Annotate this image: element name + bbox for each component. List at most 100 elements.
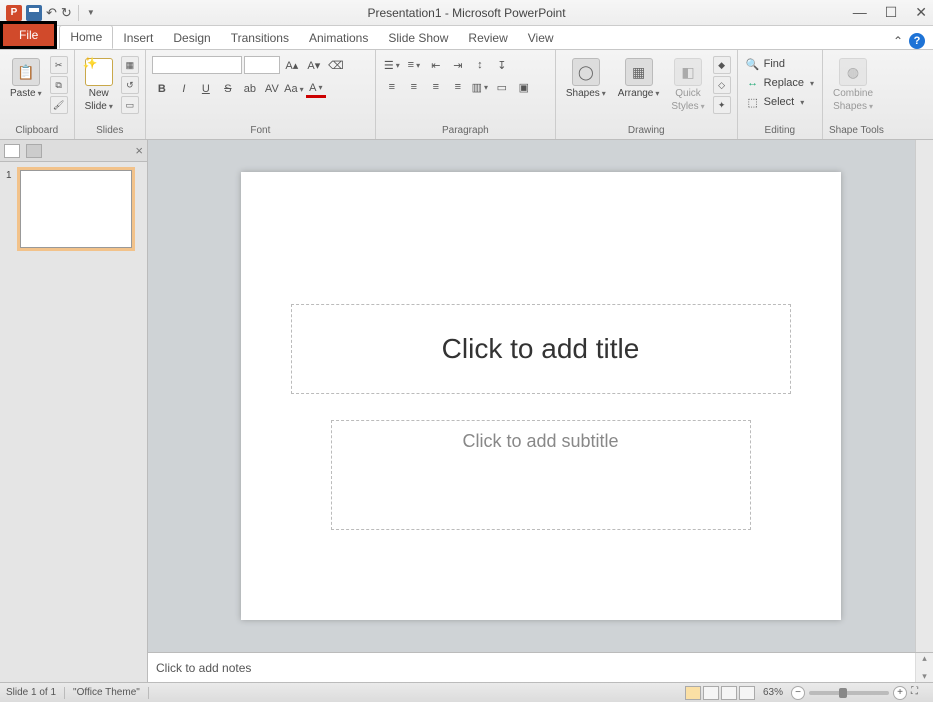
arrange-label: Arrange (618, 88, 654, 99)
save-icon[interactable] (26, 5, 42, 21)
thumbnail-tabs: × (0, 140, 147, 162)
replace-button[interactable]: ↔ Replace▾ (744, 75, 816, 91)
panel-close-icon[interactable]: × (135, 143, 143, 158)
shadow-button[interactable]: ab (240, 80, 260, 98)
font-color-button[interactable]: A▾ (306, 80, 326, 98)
tab-review[interactable]: Review (458, 27, 517, 49)
decrease-indent-button[interactable]: ⇤ (426, 56, 446, 74)
shape-fill-icon[interactable]: ◆ (713, 56, 731, 74)
select-button[interactable]: ⬚ Select▾ (744, 94, 807, 110)
align-right-button[interactable]: ≡ (426, 78, 446, 96)
replace-icon: ↔ (746, 76, 760, 90)
arrange-icon: ▦ (625, 58, 653, 86)
group-paragraph: ☰▾ ≡▾ ⇤ ⇥ ↕ ↧ ≡ ≡ ≡ ≡ ▥▾ ▭ ▣ Paragraph (376, 50, 556, 139)
group-shapetools-label: Shape Tools (829, 123, 884, 139)
tab-animations[interactable]: Animations (299, 27, 378, 49)
smartart-button[interactable]: ▣ (514, 78, 534, 96)
increase-indent-button[interactable]: ⇥ (448, 56, 468, 74)
group-slides-label: Slides (81, 123, 139, 139)
subtitle-placeholder[interactable]: Click to add subtitle (331, 420, 751, 530)
zoom-controls: − + ⛶ (791, 686, 927, 700)
shapes-icon: ◯ (572, 58, 600, 86)
align-text-button[interactable]: ▭ (492, 78, 512, 96)
cut-icon[interactable]: ✂ (50, 56, 68, 74)
shape-effects-icon[interactable]: ✦ (713, 96, 731, 114)
tab-home[interactable]: Home (59, 25, 113, 49)
notes-placeholder: Click to add notes (156, 661, 251, 675)
format-painter-icon[interactable]: 🖌 (50, 96, 68, 114)
text-direction-button[interactable]: ↧ (492, 56, 512, 74)
slide-canvas-area[interactable]: Click to add title Click to add subtitle (148, 140, 933, 652)
tab-file[interactable]: File (0, 21, 57, 49)
tab-transitions[interactable]: Transitions (221, 27, 299, 49)
reading-view-button[interactable] (721, 686, 737, 700)
combine-shapes-icon: ◍ (839, 58, 867, 86)
reset-icon[interactable]: ↺ (121, 76, 139, 94)
quick-label: Quick (675, 88, 701, 99)
notes-pane[interactable]: Click to add notes ▴▾ (148, 652, 933, 682)
tab-slideshow[interactable]: Slide Show (378, 27, 458, 49)
copy-icon[interactable]: ⧉ (50, 76, 68, 94)
zoom-in-button[interactable]: + (893, 686, 907, 700)
zoom-slider[interactable] (809, 691, 889, 695)
char-spacing-button[interactable]: AV (262, 80, 282, 98)
combine-shapes-button[interactable]: ◍ Combine Shapes▾ (829, 56, 877, 114)
change-case-button[interactable]: Aa▾ (284, 80, 304, 98)
slides-tab-icon[interactable] (4, 144, 20, 158)
help-icon[interactable]: ? (909, 33, 925, 49)
font-size-select[interactable] (244, 56, 280, 74)
increase-font-icon[interactable]: A▴ (282, 56, 302, 74)
undo-icon[interactable]: ↶ (46, 5, 57, 21)
arrange-button[interactable]: ▦ Arrange▾ (614, 56, 664, 101)
notes-scrollbar[interactable]: ▴▾ (915, 653, 933, 682)
normal-view-button[interactable] (685, 686, 701, 700)
shape-outline-icon[interactable]: ◇ (713, 76, 731, 94)
font-family-select[interactable] (152, 56, 242, 74)
group-editing: 🔍 Find ↔ Replace▾ ⬚ Select▾ Editing (738, 50, 823, 139)
redo-icon[interactable]: ↻ (61, 5, 72, 21)
italic-button[interactable]: I (174, 80, 194, 98)
view-buttons (685, 686, 755, 700)
quick-styles-button[interactable]: ◧ Quick Styles▾ (667, 56, 708, 114)
tab-design[interactable]: Design (163, 27, 220, 49)
new-slide-button[interactable]: ✨ New Slide▾ (81, 56, 117, 114)
close-button[interactable]: ✕ (915, 4, 927, 21)
underline-button[interactable]: U (196, 80, 216, 98)
columns-button[interactable]: ▥▾ (470, 78, 490, 96)
ribbon-tabs: File Home Insert Design Transitions Anim… (0, 26, 933, 50)
ribbon-minimize-icon[interactable]: ⌃ (893, 34, 903, 48)
numbering-button[interactable]: ≡▾ (404, 56, 424, 74)
qat-customize-icon[interactable]: ▼ (87, 8, 95, 17)
sorter-view-button[interactable] (703, 686, 719, 700)
align-left-button[interactable]: ≡ (382, 78, 402, 96)
tab-insert[interactable]: Insert (113, 27, 163, 49)
section-icon[interactable]: ▭ (121, 96, 139, 114)
minimize-button[interactable]: — (853, 4, 867, 21)
align-center-button[interactable]: ≡ (404, 78, 424, 96)
line-spacing-button[interactable]: ↕ (470, 56, 490, 74)
tab-view[interactable]: View (518, 27, 564, 49)
outline-tab-icon[interactable] (26, 144, 42, 158)
slideshow-view-button[interactable] (739, 686, 755, 700)
group-shapetools: ◍ Combine Shapes▾ Shape Tools (823, 50, 890, 139)
thumbnail-slide-1[interactable]: 1 (6, 170, 141, 248)
decrease-font-icon[interactable]: A▾ (304, 56, 324, 74)
justify-button[interactable]: ≡ (448, 78, 468, 96)
layout-icon[interactable]: ▦ (121, 56, 139, 74)
find-icon: 🔍 (746, 57, 760, 71)
maximize-button[interactable]: ☐ (885, 4, 898, 21)
clear-formatting-icon[interactable]: ⌫ (326, 56, 346, 74)
vertical-scrollbar[interactable] (915, 140, 933, 652)
title-placeholder[interactable]: Click to add title (291, 304, 791, 394)
fit-to-window-button[interactable]: ⛶ (911, 686, 927, 700)
zoom-out-button[interactable]: − (791, 686, 805, 700)
slide-canvas[interactable]: Click to add title Click to add subtitle (241, 172, 841, 620)
shapes-button[interactable]: ◯ Shapes▾ (562, 56, 610, 101)
bold-button[interactable]: B (152, 80, 172, 98)
bullets-button[interactable]: ☰▾ (382, 56, 402, 74)
find-button[interactable]: 🔍 Find (744, 56, 787, 72)
replace-label: Replace (764, 77, 804, 89)
paste-button[interactable]: 📋 Paste▾ (6, 56, 46, 101)
strikethrough-button[interactable]: S (218, 80, 238, 98)
group-editing-label: Editing (744, 123, 816, 139)
